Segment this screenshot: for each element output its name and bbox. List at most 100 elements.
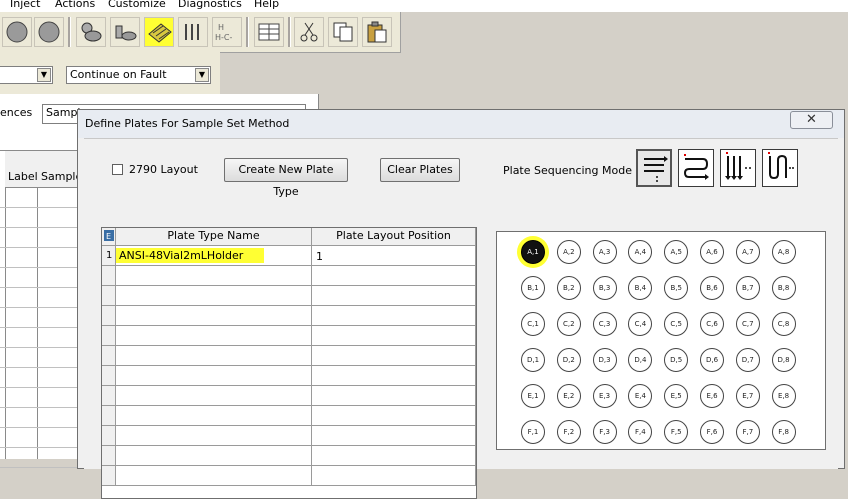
well-f7[interactable]: F,7 bbox=[735, 420, 760, 444]
paste-button[interactable] bbox=[362, 17, 392, 47]
well-f3[interactable]: F,3 bbox=[592, 420, 617, 444]
menu-inject[interactable]: Inject bbox=[10, 0, 40, 10]
well-a5[interactable]: A,5 bbox=[664, 240, 689, 264]
menu-actions[interactable]: Actions bbox=[55, 0, 95, 10]
well-f1[interactable]: F,1 bbox=[521, 420, 545, 444]
plate-layout-position-cell[interactable] bbox=[312, 306, 476, 326]
menu-diagnostics[interactable]: Diagnostics bbox=[178, 0, 242, 10]
plate-type-name-cell[interactable] bbox=[116, 366, 312, 386]
sequence-serpentine-row-button[interactable] bbox=[678, 149, 714, 187]
well-f6[interactable]: F,6 bbox=[700, 420, 724, 444]
plate-layout-position-cell[interactable] bbox=[312, 266, 476, 286]
plate-type-name-cell[interactable] bbox=[116, 266, 312, 286]
well-c2[interactable]: C,2 bbox=[556, 312, 581, 336]
well-e3[interactable]: E,3 bbox=[592, 384, 617, 408]
toolbar-button-2[interactable] bbox=[34, 17, 64, 47]
plate-type-name-cell[interactable] bbox=[116, 286, 312, 306]
well-e4[interactable]: E,4 bbox=[628, 384, 653, 408]
plate-layout-position-cell[interactable]: 1 bbox=[316, 250, 323, 263]
plate-type-name-cell[interactable] bbox=[116, 446, 312, 466]
menu-customize[interactable]: Customize bbox=[108, 0, 166, 10]
plate-type-name-cell[interactable] bbox=[116, 426, 312, 446]
well-b8[interactable]: B,8 bbox=[771, 276, 796, 300]
well-f5[interactable]: F,5 bbox=[664, 420, 689, 444]
well-c1[interactable]: C,1 bbox=[521, 312, 545, 336]
layout-2790-checkbox[interactable] bbox=[112, 164, 123, 175]
plate-type-name-cell[interactable] bbox=[116, 386, 312, 406]
toolbar-button-8[interactable] bbox=[254, 17, 284, 47]
plate-type-name-cell[interactable] bbox=[116, 306, 312, 326]
toolbar-button-7[interactable]: H H-C- bbox=[212, 17, 242, 47]
well-a2[interactable]: A,2 bbox=[556, 240, 581, 264]
well-a3[interactable]: A,3 bbox=[592, 240, 617, 264]
well-d5[interactable]: D,5 bbox=[664, 348, 689, 372]
plate-layout-position-cell[interactable] bbox=[312, 446, 476, 466]
run-mode-combo[interactable]: ▼ bbox=[0, 66, 53, 84]
plate-type-name-cell[interactable] bbox=[116, 346, 312, 366]
well-e1[interactable]: E,1 bbox=[521, 384, 545, 408]
plate-type-name-cell[interactable] bbox=[116, 406, 312, 426]
well-a4[interactable]: A,4 bbox=[628, 240, 653, 264]
plate-layout-position-cell[interactable] bbox=[312, 426, 476, 446]
well-c6[interactable]: C,6 bbox=[700, 312, 724, 336]
well-e7[interactable]: E,7 bbox=[735, 384, 760, 408]
sequence-serpentine-column-button[interactable] bbox=[762, 149, 798, 187]
create-plate-type-button[interactable]: Create New Plate Type bbox=[224, 158, 348, 198]
well-e2[interactable]: E,2 bbox=[556, 384, 581, 408]
well-b5[interactable]: B,5 bbox=[664, 276, 689, 300]
well-b3[interactable]: B,3 bbox=[592, 276, 617, 300]
toolbar-button-6[interactable] bbox=[178, 17, 208, 47]
well-d8[interactable]: D,8 bbox=[771, 348, 796, 372]
plate-layout-position-cell[interactable] bbox=[312, 346, 476, 366]
well-f2[interactable]: F,2 bbox=[556, 420, 581, 444]
well-b1[interactable]: B,1 bbox=[521, 276, 545, 300]
well-b7[interactable]: B,7 bbox=[735, 276, 760, 300]
plate-layout-position-cell[interactable] bbox=[312, 286, 476, 306]
well-f4[interactable]: F,4 bbox=[628, 420, 653, 444]
well-b4[interactable]: B,4 bbox=[628, 276, 653, 300]
plates-toolbar-button[interactable] bbox=[144, 17, 174, 47]
plate-layout-position-cell[interactable] bbox=[312, 326, 476, 346]
toolbar-button-1[interactable] bbox=[2, 17, 32, 47]
well-e6[interactable]: E,6 bbox=[700, 384, 724, 408]
well-d7[interactable]: D,7 bbox=[735, 348, 760, 372]
copy-button[interactable] bbox=[328, 17, 358, 47]
well-e8[interactable]: E,8 bbox=[771, 384, 796, 408]
well-a7[interactable]: A,7 bbox=[735, 240, 760, 264]
plate-layout-position-cell[interactable] bbox=[312, 386, 476, 406]
well-b2[interactable]: B,2 bbox=[556, 276, 581, 300]
well-d2[interactable]: D,2 bbox=[556, 348, 581, 372]
well-f8[interactable]: F,8 bbox=[771, 420, 796, 444]
table-row[interactable]: ANSI-48Vial2mLHolder bbox=[116, 246, 312, 266]
well-c3[interactable]: C,3 bbox=[592, 312, 617, 336]
well-e5[interactable]: E,5 bbox=[664, 384, 689, 408]
well-c8[interactable]: C,8 bbox=[771, 312, 796, 336]
well-d6[interactable]: D,6 bbox=[700, 348, 724, 372]
well-b6[interactable]: B,6 bbox=[700, 276, 724, 300]
well-c7[interactable]: C,7 bbox=[735, 312, 760, 336]
plate-type-name-cell[interactable] bbox=[116, 466, 312, 486]
well-a1[interactable]: A,1 bbox=[521, 240, 545, 264]
plate-layout-position-cell[interactable] bbox=[312, 246, 476, 266]
sequence-row-wise-button[interactable] bbox=[636, 149, 672, 187]
well-a6[interactable]: A,6 bbox=[700, 240, 724, 264]
plate-layout-position-cell[interactable] bbox=[312, 466, 476, 486]
plate-layout-position-cell[interactable] bbox=[312, 366, 476, 386]
well-d1[interactable]: D,1 bbox=[521, 348, 545, 372]
plate-layout-position-cell[interactable] bbox=[312, 406, 476, 426]
cut-button[interactable] bbox=[294, 17, 324, 47]
fault-action-combo[interactable]: Continue on Fault ▼ bbox=[66, 66, 211, 84]
close-button[interactable]: ✕ bbox=[790, 111, 833, 129]
well-a8[interactable]: A,8 bbox=[771, 240, 796, 264]
menu-help[interactable]: Help bbox=[254, 0, 279, 10]
sequence-column-wise-button[interactable] bbox=[720, 149, 756, 187]
well-c5[interactable]: C,5 bbox=[664, 312, 689, 336]
plate-type-name-cell[interactable]: ANSI-48Vial2mLHolder bbox=[119, 249, 243, 262]
toolbar-button-3[interactable] bbox=[76, 17, 106, 47]
plate-type-name-cell[interactable] bbox=[116, 326, 312, 346]
well-d4[interactable]: D,4 bbox=[628, 348, 653, 372]
toolbar-button-4[interactable] bbox=[110, 17, 140, 47]
clear-plates-button[interactable]: Clear Plates bbox=[380, 158, 460, 182]
plate-table[interactable]: E Plate Type Name Plate Layout Position … bbox=[101, 227, 477, 499]
well-c4[interactable]: C,4 bbox=[628, 312, 653, 336]
